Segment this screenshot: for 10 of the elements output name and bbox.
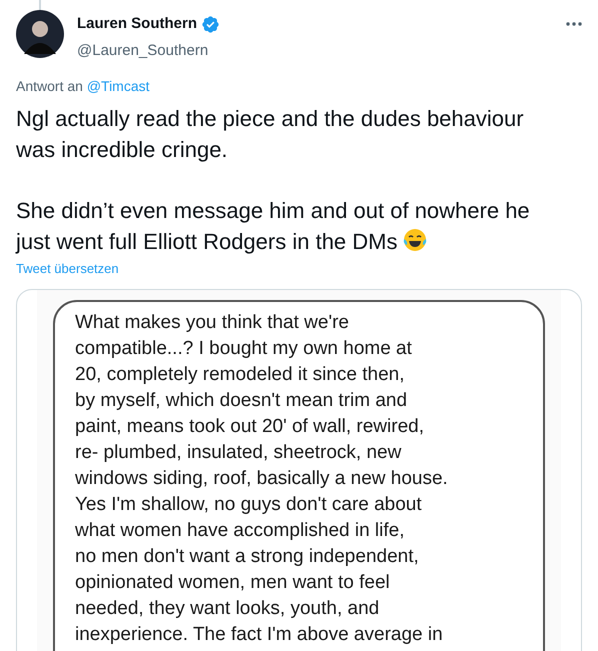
avatar[interactable] [16, 10, 64, 58]
more-options-icon[interactable] [566, 22, 582, 26]
laughing-emoji-icon [402, 227, 428, 253]
tweet-text: Ngl actually read the piece and the dudes behaviour was incredible cringe. [16, 105, 525, 164]
reply-label: Antwort an [16, 78, 83, 94]
tweet-text: She didn’t even message him and out of nowhere he just went full Elliott Rodgers in the DMs [16, 197, 531, 256]
image-card[interactable] [16, 288, 582, 651]
author-handle[interactable]: @Lauren_Southern [77, 40, 220, 62]
message-text: What makes you think that we're compatible...? I bought my own home at 20, completely remodeled it since then, by myself, which doesn't mean trim and paint, means took out 20' of wall, rewired, re- plumbed, insulated, sheetrock, new windows siding, roof, basically a new house. Yes I'm shallow, no guys don't care about what women have accomplished in life, no men don't want a strong independent, opinionated women, men want to feel needed, they want looks, youth, and inexperience. The fact I'm above average in [75, 310, 449, 646]
author-name[interactable]: Lauren Southern [77, 13, 198, 36]
